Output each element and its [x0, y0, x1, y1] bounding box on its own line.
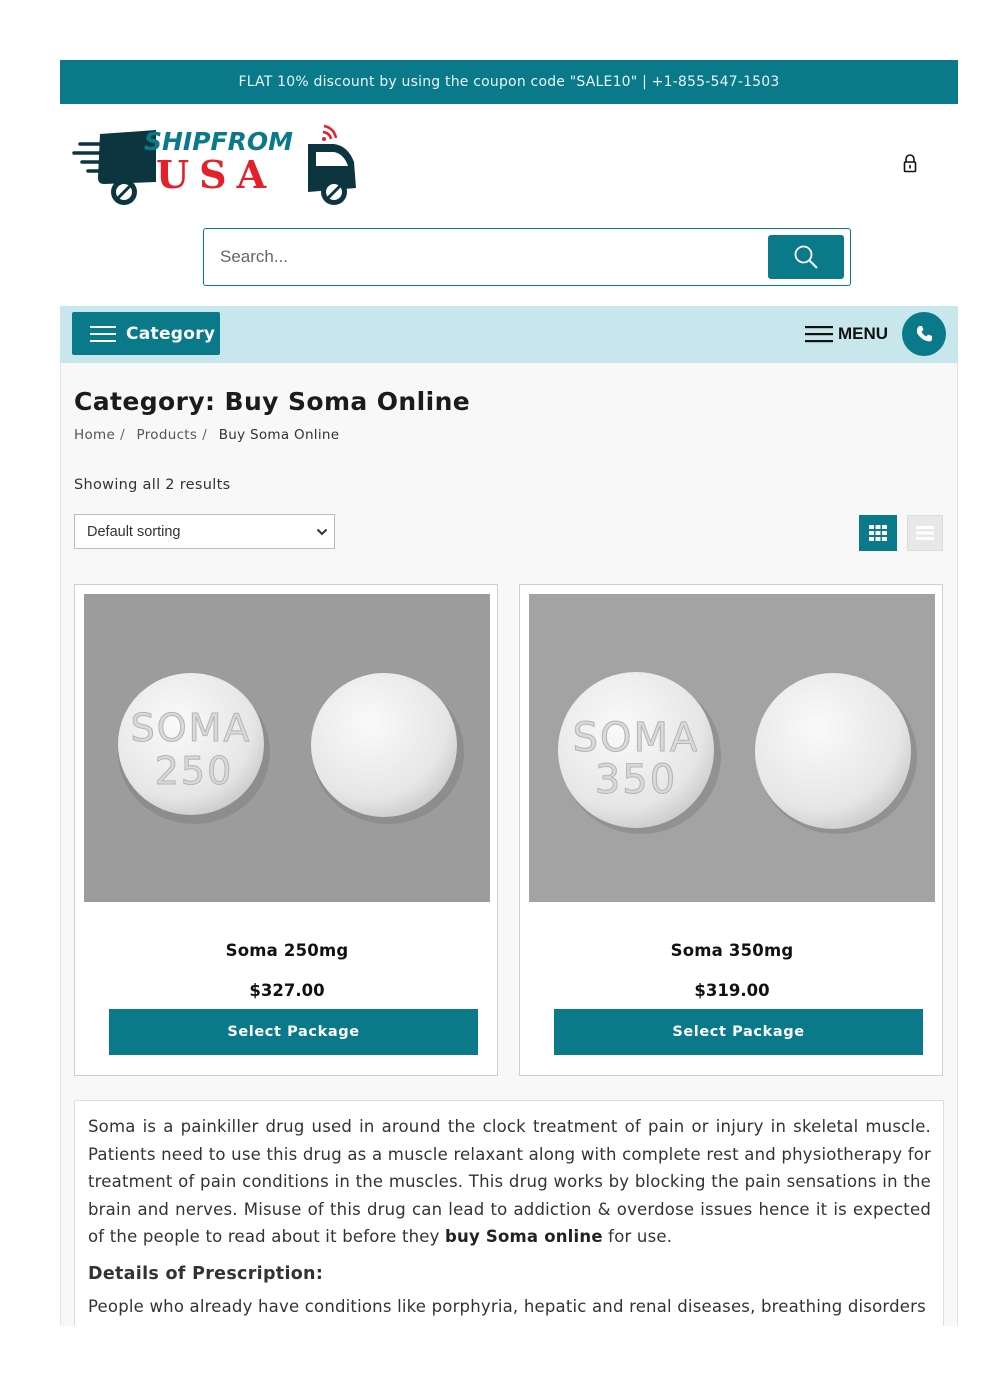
grid-view-button[interactable]	[859, 515, 897, 551]
main-content: Category: Buy Soma Online Home / Products…	[60, 363, 958, 1326]
product-price: $319.00	[694, 981, 770, 1000]
breadcrumb-current: Buy Soma Online	[218, 427, 340, 443]
sort-selected-value: Default sorting	[87, 523, 181, 540]
page: FLAT 10% discount by using the coupon co…	[0, 0, 990, 1400]
menu-label: MENU	[838, 324, 889, 343]
category-description: Soma is a painkiller drug used in around…	[74, 1100, 944, 1326]
product-image[interactable]: SOMA 350	[529, 594, 935, 902]
list-view-icon	[916, 526, 934, 540]
logo-text-bottom: USA	[156, 152, 276, 197]
category-label: Category	[126, 323, 216, 344]
page-title: Category: Buy Soma Online	[74, 387, 471, 416]
search-form	[203, 228, 851, 286]
grid-view-icon	[869, 525, 887, 541]
main-menu-button[interactable]: MENU	[805, 323, 888, 345]
pill-photo: SOMA 250	[84, 594, 490, 902]
phone-call-button[interactable]	[902, 312, 946, 356]
description-paragraph-2: People who already have conditions like …	[88, 1297, 926, 1316]
result-count: Showing all 2 results	[74, 477, 231, 493]
search-button[interactable]	[768, 235, 844, 279]
product-name[interactable]: Soma 350mg	[529, 941, 935, 960]
pill-photo: SOMA 350	[529, 594, 935, 902]
shipfromusa-logo[interactable]: SHIPFROM USA	[72, 122, 362, 208]
nav-bar: Category MENU	[60, 306, 958, 363]
breadcrumb-home[interactable]: Home	[74, 427, 115, 443]
product-name[interactable]: Soma 250mg	[84, 941, 490, 960]
category-menu-button[interactable]: Category	[72, 312, 220, 355]
hamburger-icon	[805, 326, 833, 343]
sort-select[interactable]: Default sorting	[74, 514, 335, 549]
search-icon	[794, 245, 818, 269]
breadcrumb: Home / Products / Buy Soma Online	[74, 427, 340, 443]
promo-bar: FLAT 10% discount by using the coupon co…	[60, 60, 958, 104]
product-image[interactable]: SOMA 250	[84, 594, 490, 902]
product-card: SOMA 350 Soma 350mg $319.00 Select Packa…	[519, 584, 943, 1076]
pill-imprint-line2: 250	[155, 749, 234, 793]
product-card: SOMA 250 Soma 250mg $327.00 Select Packa…	[74, 584, 498, 1076]
product-price: $327.00	[249, 981, 325, 1000]
phone-icon	[916, 326, 932, 342]
promo-text: FLAT 10% discount by using the coupon co…	[238, 74, 780, 90]
site-header: SHIPFROM USA	[60, 104, 958, 306]
select-package-button[interactable]: Select Package	[109, 1009, 478, 1055]
description-bold-link: buy Soma online	[445, 1227, 603, 1246]
lock-icon[interactable]	[902, 153, 918, 173]
search-input[interactable]	[218, 241, 752, 273]
list-view-button[interactable]	[907, 515, 943, 551]
hamburger-icon	[90, 325, 116, 342]
select-package-button[interactable]: Select Package	[554, 1009, 923, 1055]
description-heading: Details of Prescription:	[88, 1264, 324, 1284]
chevron-down-icon	[316, 528, 328, 536]
pill-imprint-line1: SOMA	[573, 715, 700, 761]
breadcrumb-products[interactable]: Products	[137, 427, 198, 443]
description-paragraph: Soma is a painkiller drug used in around…	[88, 1113, 931, 1251]
pill-imprint-line1: SOMA	[131, 706, 252, 750]
description-text-after: for use.	[602, 1227, 673, 1246]
pill-imprint-line2: 350	[595, 757, 677, 803]
